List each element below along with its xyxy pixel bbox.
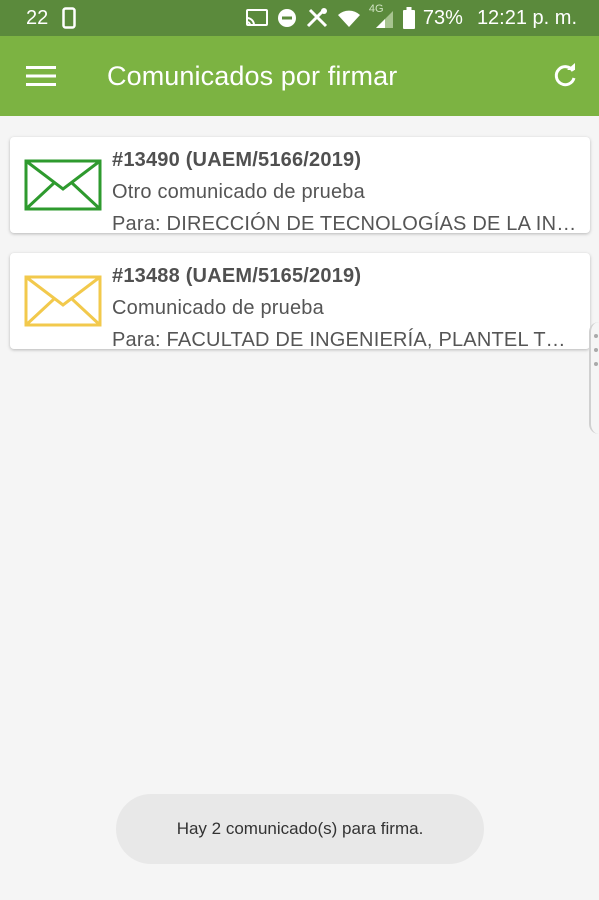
refresh-icon[interactable] — [552, 63, 578, 89]
handle-dot — [594, 362, 598, 366]
status-bar: 22 4G 73% 12:21 p. m. — [0, 0, 599, 36]
communique-recipient: Para: FACULTAD DE INGENIERÍA, PLANTEL TO… — [112, 329, 578, 351]
edge-panel-handle[interactable] — [589, 322, 599, 434]
handle-dot — [594, 334, 598, 338]
clock: 12:21 p. m. — [476, 6, 577, 29]
communique-subject: Comunicado de prueba — [112, 297, 324, 319]
wifi-icon — [337, 8, 361, 28]
refresh-button[interactable] — [531, 36, 599, 116]
notification-count: 22 — [26, 6, 49, 29]
toast-text: Hay 2 comunicado(s) para firma. — [176, 819, 424, 838]
communique-id: #13490 (UAEM/5166/2019) — [112, 149, 362, 171]
handle-dot — [594, 348, 598, 352]
page-title: Comunicados por firmar — [107, 60, 398, 91]
communique-recipient: Para: DIRECCIÓN DE TECNOLOGÍAS DE LA INF… — [112, 213, 578, 235]
cast-icon — [245, 8, 269, 28]
envelope-icon — [24, 275, 102, 327]
hamburger-menu-icon[interactable] — [26, 65, 56, 87]
phone-icon — [62, 7, 76, 29]
communique-id: #13488 (UAEM/5165/2019) — [112, 265, 362, 287]
signal-icon: 4G — [369, 3, 395, 29]
battery-percent: 73% — [422, 6, 463, 29]
envelope-icon — [24, 159, 102, 211]
menu-button[interactable] — [1, 36, 81, 116]
battery-icon — [402, 7, 415, 29]
list-item[interactable]: #13488 (UAEM/5165/2019) Comunicado de pr… — [10, 253, 590, 351]
app-bar: Comunicados por firmar — [0, 36, 599, 116]
list-item[interactable]: #13490 (UAEM/5166/2019) Otro comunicado … — [10, 137, 590, 235]
communique-subject: Otro comunicado de prueba — [112, 181, 365, 203]
do-not-disturb-icon — [277, 8, 297, 28]
toast-message: Hay 2 comunicado(s) para firma. — [116, 794, 484, 864]
tools-icon — [305, 7, 329, 29]
